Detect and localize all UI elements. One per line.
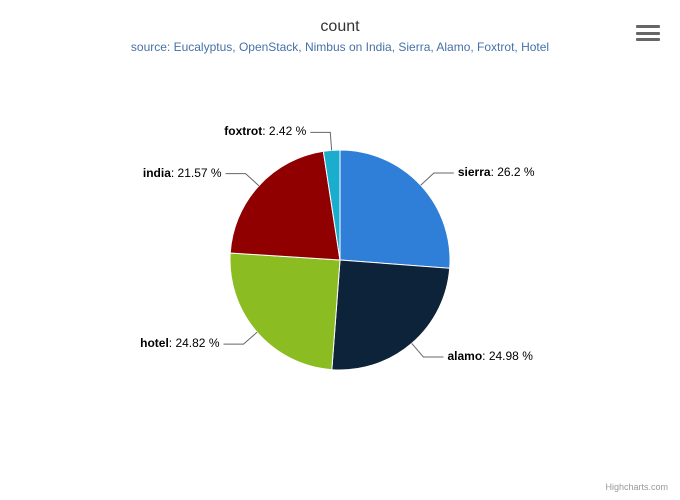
pie-slice-sierra[interactable] (340, 150, 450, 268)
pie-plot (0, 0, 680, 500)
pie-chart-container: count source: Eucalyptus, OpenStack, Nim… (0, 0, 680, 500)
slice-label-alamo: alamo: 24.98 % (447, 349, 532, 363)
slice-label-hotel: hotel: 24.82 % (140, 336, 219, 350)
pie-slice-hotel[interactable] (230, 253, 340, 370)
credits-link[interactable]: Highcharts.com (605, 482, 668, 492)
slice-label-foxtrot: foxtrot: 2.42 % (224, 124, 306, 138)
slice-label-india: india: 21.57 % (143, 166, 222, 180)
slice-label-sierra: sierra: 26.2 % (458, 165, 535, 179)
pie-slice-alamo[interactable] (332, 260, 450, 370)
pie-slice-india[interactable] (230, 151, 340, 260)
